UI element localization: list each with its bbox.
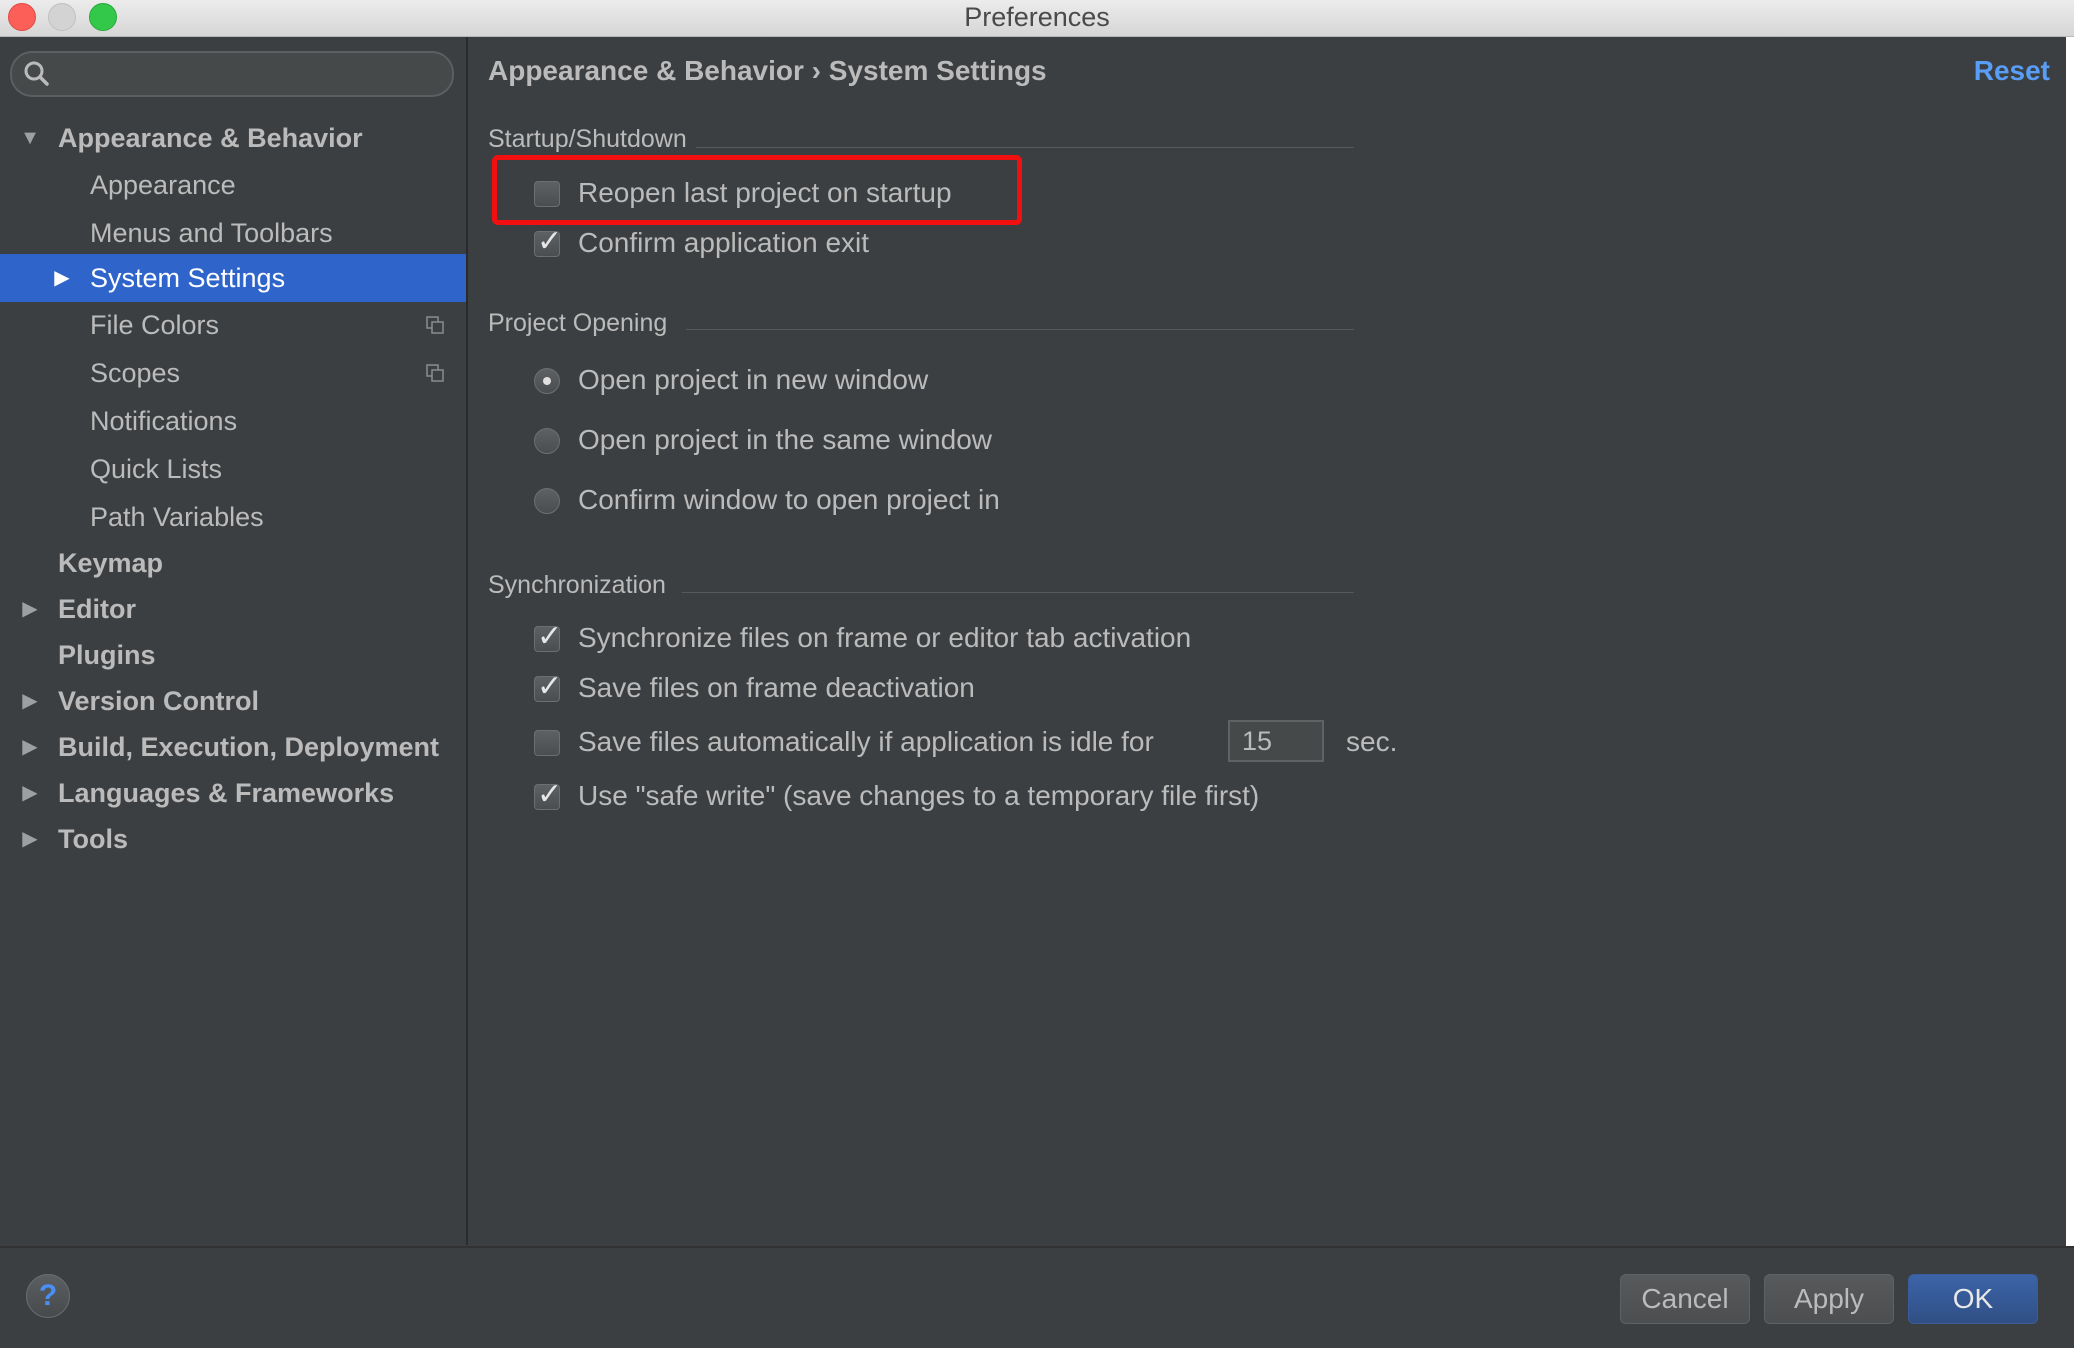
project-copy-icon xyxy=(426,316,444,334)
sidebar-item-version-control[interactable]: ▶ Version Control xyxy=(0,678,466,724)
checkbox-label: Confirm application exit xyxy=(578,227,870,258)
expanded-arrow-icon[interactable]: ▼ xyxy=(18,115,42,161)
dialog-footer: ? Cancel Apply OK xyxy=(0,1246,2074,1348)
collapsed-arrow-icon[interactable]: ▶ xyxy=(18,816,42,862)
checkbox-checked[interactable]: ✓ xyxy=(534,225,562,258)
group-divider xyxy=(696,147,1354,148)
collapsed-arrow-icon[interactable]: ▶ xyxy=(18,678,42,724)
sidebar-item-appearance-behavior[interactable]: ▼ Appearance & Behavior xyxy=(0,115,466,161)
sidebar-item-label: Appearance & Behavior xyxy=(58,123,363,153)
sidebar-item-label: File Colors xyxy=(90,310,220,340)
radio-dot xyxy=(543,377,551,385)
checkbox-checked[interactable]: ✓ xyxy=(534,670,562,703)
collapsed-arrow-icon[interactable]: ▶ xyxy=(18,770,42,816)
sidebar-item-file-colors[interactable]: File Colors xyxy=(0,302,466,348)
sidebar-item-scopes[interactable]: Scopes xyxy=(0,350,466,396)
settings-sidebar: ▼ Appearance & Behavior Appearance Menus… xyxy=(0,37,468,1245)
sidebar-item-label: Keymap xyxy=(58,548,164,578)
group-divider xyxy=(686,329,1354,330)
sidebar-item-label: Tools xyxy=(58,824,128,854)
preferences-window: Preferences ▼ Appearance & Behavior Appe… xyxy=(0,0,2074,1348)
sidebar-item-label: Path Variables xyxy=(90,502,264,532)
reset-link[interactable]: Reset xyxy=(1974,55,2050,87)
highlight-annotation-box xyxy=(492,155,1022,225)
seconds-unit-label: sec. xyxy=(1346,726,1398,757)
collapsed-arrow-icon[interactable]: ▶ xyxy=(18,724,42,770)
sidebar-item-label: Quick Lists xyxy=(90,454,223,484)
help-button[interactable]: ? xyxy=(26,1274,70,1318)
radio-label: Open project in new window xyxy=(578,364,929,395)
sidebar-item-label: Scopes xyxy=(90,358,181,388)
sidebar-item-build-execution-deployment[interactable]: ▶ Build, Execution, Deployment xyxy=(0,724,466,770)
sidebar-item-languages-frameworks[interactable]: ▶ Languages & Frameworks xyxy=(0,770,466,816)
sidebar-item-system-settings[interactable]: ▶ System Settings xyxy=(0,254,466,302)
sidebar-item-appearance[interactable]: Appearance xyxy=(0,162,466,208)
sidebar-item-path-variables[interactable]: Path Variables xyxy=(0,494,466,540)
radio-unselected[interactable] xyxy=(534,428,560,454)
sidebar-item-quick-lists[interactable]: Quick Lists xyxy=(0,446,466,492)
sidebar-item-label: Notifications xyxy=(90,406,238,436)
search-input[interactable] xyxy=(10,51,454,97)
breadcrumb: Appearance & Behavior › System Settings xyxy=(488,55,1047,86)
sidebar-item-tools[interactable]: ▶ Tools xyxy=(0,816,466,862)
checkbox-checked[interactable]: ✓ xyxy=(534,620,562,653)
apply-button[interactable]: Apply xyxy=(1764,1274,1894,1324)
sidebar-item-plugins[interactable]: Plugins xyxy=(0,632,466,678)
window-edge xyxy=(2066,37,2074,1346)
radio-label: Open project in the same window xyxy=(578,424,992,455)
checkmark-icon: ✓ xyxy=(537,778,563,811)
radio-unselected[interactable] xyxy=(534,488,560,514)
collapsed-arrow-icon[interactable]: ▶ xyxy=(18,586,42,632)
sidebar-item-editor[interactable]: ▶ Editor xyxy=(0,586,466,632)
sidebar-item-label: Version Control xyxy=(58,686,260,716)
sidebar-item-label: Appearance xyxy=(90,170,236,200)
sidebar-item-label: Languages & Frameworks xyxy=(58,778,395,808)
checkmark-icon: ✓ xyxy=(537,670,563,703)
sidebar-item-menus-toolbars[interactable]: Menus and Toolbars xyxy=(0,210,466,256)
checkbox-label: Save files on frame deactivation xyxy=(578,672,975,703)
ok-button[interactable]: OK xyxy=(1908,1274,2038,1324)
checkbox-unchecked[interactable] xyxy=(534,730,560,756)
sidebar-item-label: Build, Execution, Deployment xyxy=(58,732,440,762)
synchronization-group-title: Synchronization xyxy=(488,571,666,599)
sidebar-item-keymap[interactable]: Keymap xyxy=(0,540,466,586)
sidebar-item-label: System Settings xyxy=(90,263,286,293)
group-divider xyxy=(682,592,1354,593)
project-opening-group-title: Project Opening xyxy=(488,309,668,337)
sidebar-item-label: Plugins xyxy=(58,640,156,670)
search-icon xyxy=(24,61,49,86)
checkmark-icon: ✓ xyxy=(537,225,563,258)
radio-selected[interactable] xyxy=(534,368,560,394)
idle-seconds-input[interactable]: 15 xyxy=(1228,720,1324,762)
checkbox-label: Use "safe write" (save changes to a temp… xyxy=(578,780,1260,811)
window-title: Preferences xyxy=(964,2,1110,32)
checkmark-icon: ✓ xyxy=(537,620,563,653)
cancel-button[interactable]: Cancel xyxy=(1620,1274,1750,1324)
checkbox-checked[interactable]: ✓ xyxy=(534,778,562,811)
collapsed-arrow-icon[interactable]: ▶ xyxy=(50,254,74,302)
sidebar-item-notifications[interactable]: Notifications xyxy=(0,398,466,444)
checkbox-label: Save files automatically if application … xyxy=(578,726,1154,757)
startup-shutdown-group-title: Startup/Shutdown xyxy=(488,125,687,153)
sidebar-item-label: Editor xyxy=(58,594,136,624)
project-copy-icon xyxy=(426,364,444,382)
title-bar: Preferences xyxy=(0,0,2074,37)
sidebar-item-label: Menus and Toolbars xyxy=(90,218,333,248)
radio-label: Confirm window to open project in xyxy=(578,484,1000,515)
checkbox-label: Synchronize files on frame or editor tab… xyxy=(578,622,1192,653)
